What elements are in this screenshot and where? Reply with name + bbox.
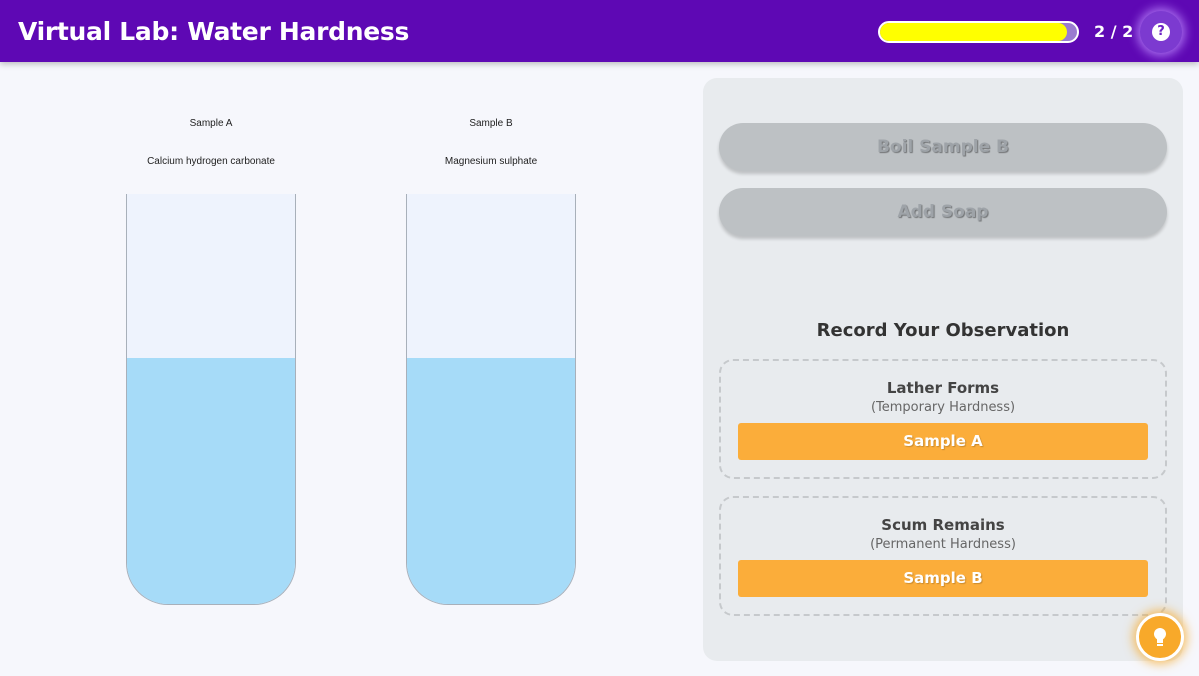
observation-title: Record Your Observation	[816, 320, 1070, 341]
header-bar: Virtual Lab: Water Hardness 2 / 2 ?	[0, 0, 1199, 62]
scum-subtitle: (Permanent Hardness)	[870, 537, 1016, 552]
question-mark-icon: ?	[1152, 23, 1170, 41]
test-tube-a[interactable]	[126, 194, 296, 605]
add-soap-button[interactable]: Add Soap	[719, 188, 1167, 236]
lather-subtitle: (Temporary Hardness)	[870, 400, 1016, 415]
scum-sample-button[interactable]: Sample B	[738, 560, 1148, 597]
progress-counter: 2 / 2	[1094, 22, 1134, 41]
water-liquid-b	[407, 358, 575, 604]
lather-heading: Lather Forms	[886, 379, 1000, 397]
help-button[interactable]: ?	[1140, 11, 1182, 53]
lather-sample-button[interactable]: Sample A	[738, 423, 1148, 460]
observation-scum-box: Scum Remains (Permanent Hardness) Sample…	[719, 496, 1167, 616]
scum-heading: Scum Remains	[881, 516, 1005, 534]
sample-a-compound: Calcium hydrogen carbonate	[147, 156, 275, 167]
page-title: Virtual Lab: Water Hardness	[18, 17, 410, 46]
hint-button[interactable]	[1136, 613, 1184, 661]
sample-a-name: Sample A	[189, 118, 233, 129]
water-liquid-a	[127, 358, 295, 604]
observation-lather-box: Lather Forms (Temporary Hardness) Sample…	[719, 359, 1167, 479]
lightbulb-icon	[1154, 628, 1166, 646]
test-tube-b[interactable]	[406, 194, 576, 605]
sample-b-compound: Magnesium sulphate	[444, 156, 538, 167]
progress-bar	[878, 21, 1079, 43]
progress-fill	[880, 23, 1068, 41]
sample-b-name: Sample B	[469, 118, 513, 129]
boil-sample-button[interactable]: Boil Sample B	[719, 123, 1167, 171]
